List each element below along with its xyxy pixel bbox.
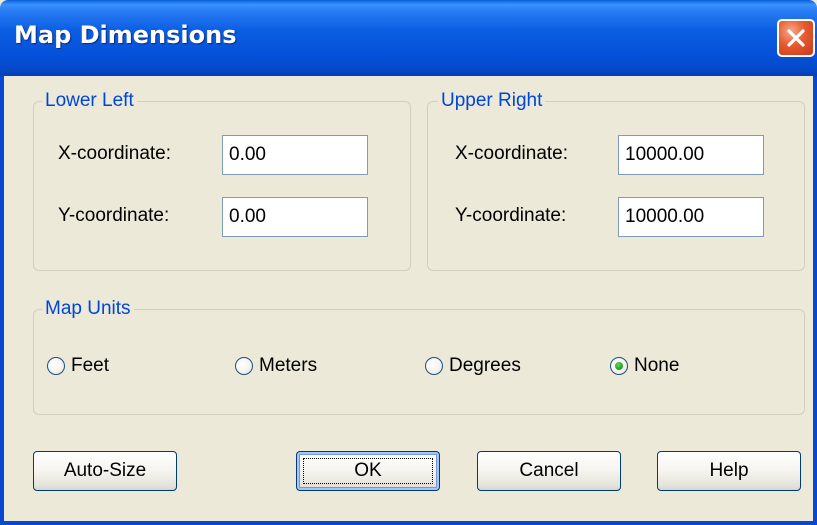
upper-right-y-input[interactable] <box>618 197 764 237</box>
radio-meters[interactable]: Meters <box>235 353 317 379</box>
lower-left-y-input[interactable] <box>222 197 368 237</box>
focus-rectangle <box>303 458 433 484</box>
map-dimensions-dialog: Map Dimensions Lower Left X-coordinate: … <box>0 0 817 525</box>
radio-meters-circle[interactable] <box>235 357 253 375</box>
lower-left-x-input[interactable] <box>222 135 368 175</box>
radio-meters-label: Meters <box>259 355 318 376</box>
radio-feet-circle[interactable] <box>47 357 65 375</box>
radio-degrees-circle[interactable] <box>425 357 443 375</box>
radio-feet-label: Feet <box>71 355 110 376</box>
lower-left-legend: Lower Left <box>42 90 137 112</box>
window-frame-right <box>813 76 817 525</box>
radio-degrees[interactable]: Degrees <box>425 353 521 379</box>
upper-right-legend: Upper Right <box>438 90 546 112</box>
upper-right-y-label: Y-coordinate: <box>455 205 567 226</box>
lower-left-y-label: Y-coordinate: <box>58 205 170 226</box>
map-units-group <box>33 309 805 415</box>
lower-left-x-label: X-coordinate: <box>58 143 172 164</box>
map-units-legend: Map Units <box>42 298 134 320</box>
upper-right-x-input[interactable] <box>618 135 764 175</box>
ok-button[interactable]: OK <box>296 451 440 491</box>
upper-right-group <box>427 101 805 271</box>
auto-size-button[interactable]: Auto-Size <box>33 451 177 491</box>
help-button[interactable]: Help <box>657 451 801 491</box>
window-title: Map Dimensions <box>14 21 237 49</box>
radio-none-circle[interactable] <box>610 357 628 375</box>
radio-none-label: None <box>634 355 680 376</box>
lower-left-group <box>33 101 411 271</box>
radio-none[interactable]: None <box>610 353 679 379</box>
radio-selected-dot <box>615 362 623 370</box>
window-frame-bottom <box>0 521 817 525</box>
radio-degrees-label: Degrees <box>449 355 521 376</box>
close-icon <box>787 29 805 47</box>
title-bar[interactable]: Map Dimensions <box>0 0 817 76</box>
close-button[interactable] <box>777 19 815 57</box>
window-frame-left <box>0 76 4 525</box>
cancel-button[interactable]: Cancel <box>477 451 621 491</box>
upper-right-x-label: X-coordinate: <box>455 143 569 164</box>
radio-feet[interactable]: Feet <box>47 353 109 379</box>
